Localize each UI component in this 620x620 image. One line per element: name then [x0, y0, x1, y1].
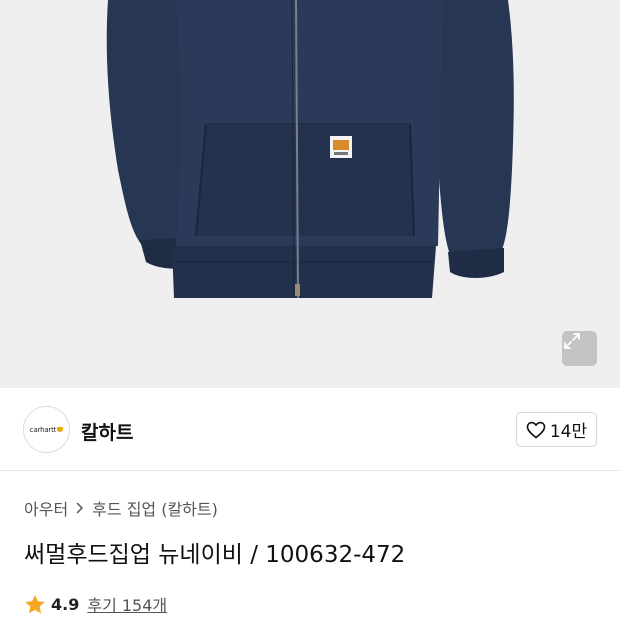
like-count: 14만 [549, 422, 588, 442]
brand-row: carhartt 칼하트 14만 [0, 388, 620, 471]
breadcrumb-item-subcategory[interactable]: 후드 집업 (칼하트) [92, 496, 218, 520]
brand-logo-mark [57, 427, 64, 432]
brand-name[interactable]: 칼하트 [81, 418, 133, 445]
expand-image-button[interactable] [562, 331, 597, 366]
chevron-right-icon [76, 502, 84, 514]
heart-outline-icon [526, 421, 546, 438]
breadcrumb: 아우터 후드 집업 (칼하트) [24, 496, 218, 520]
star-icon [25, 594, 45, 613]
rating-value: 4.9 [51, 594, 80, 614]
breadcrumb-item-category[interactable]: 아우터 [24, 496, 68, 520]
expand-arrows-icon [564, 333, 580, 349]
product-image-gallery[interactable] [0, 0, 620, 388]
brand-logo-text: carhartt [29, 425, 57, 434]
like-button[interactable]: 14만 [516, 412, 597, 447]
rating-row: 4.9 후기 154개 [24, 592, 167, 616]
reviews-link[interactable]: 후기 154개 [87, 592, 167, 616]
product-title: 써멀후드집업 뉴네이비 / 100632-472 [24, 542, 406, 568]
product-image [106, 0, 514, 299]
brand-logo[interactable]: carhartt [23, 406, 70, 453]
